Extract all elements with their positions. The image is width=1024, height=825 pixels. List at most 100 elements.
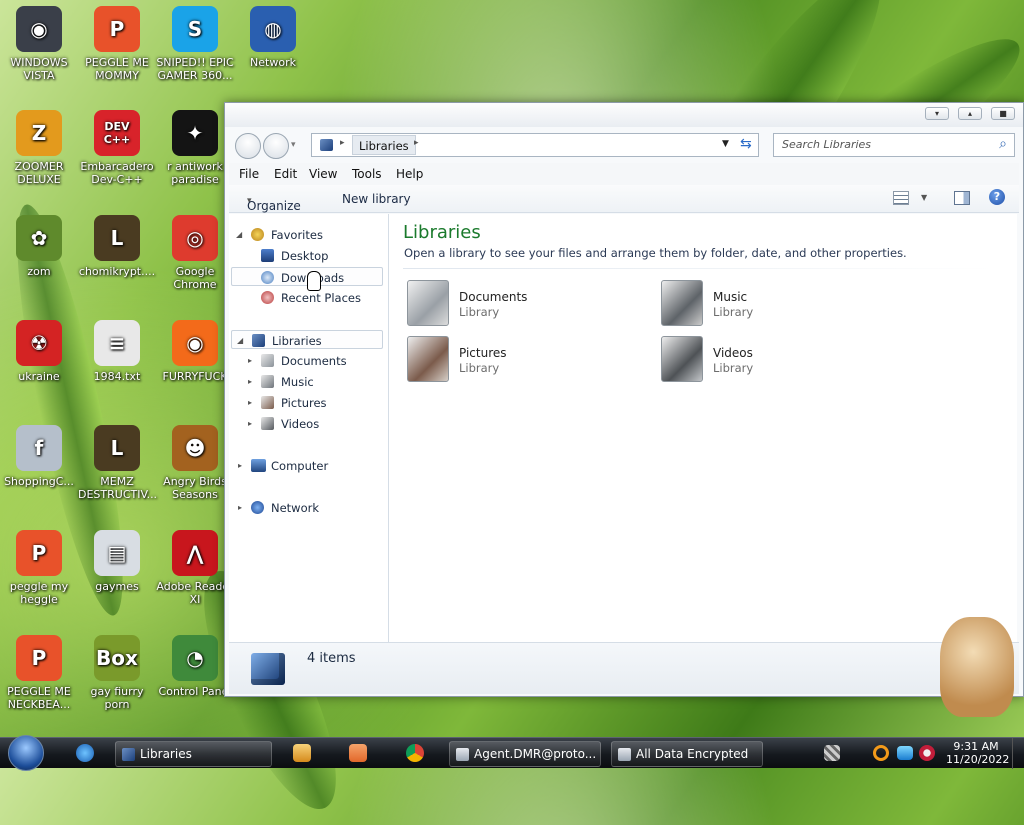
media-player-icon[interactable] — [293, 744, 311, 762]
nav-desktop[interactable]: Desktop — [229, 246, 385, 265]
library-documents[interactable]: Documents Library — [407, 280, 647, 330]
desktop-app-icon: Z — [16, 110, 62, 156]
close-button[interactable]: ■ — [991, 107, 1015, 120]
menu-help[interactable]: Help — [396, 167, 423, 181]
nav-network-label: Network — [271, 501, 320, 515]
search-icon[interactable]: ⌕ — [999, 136, 1007, 152]
start-button[interactable] — [8, 735, 44, 771]
desktop-icon-label: ZOOMER DELUXE — [14, 160, 64, 186]
content-pane[interactable]: Libraries Open a library to see your fil… — [389, 214, 1017, 642]
view-chevron-icon[interactable]: ▼ — [921, 193, 927, 202]
nav-computer[interactable]: ▸ Computer — [229, 456, 385, 475]
collapsed-arrow-icon[interactable]: ▸ — [238, 461, 242, 470]
desktop-icon-shoppingc[interactable]: f ShoppingC... — [0, 425, 78, 488]
desktop-icon-label: zom — [27, 265, 51, 278]
desktop-icon-zom[interactable]: ✿ zom — [0, 215, 78, 278]
library-pictures[interactable]: Pictures Library — [407, 336, 647, 386]
expanded-arrow-icon[interactable]: ◢ — [236, 230, 242, 239]
desktop-icon-1984-txt[interactable]: ≡ 1984.txt — [78, 320, 156, 383]
view-options-icon[interactable] — [893, 191, 909, 205]
desktop-icon-network[interactable]: ◍ Network — [234, 6, 312, 69]
desktop-icon-gay-fiurry-porn[interactable]: Box gay fiurry porn — [78, 635, 156, 711]
library-music[interactable]: Music Library — [661, 280, 901, 330]
details-pane: 4 items — [229, 642, 1019, 694]
clock[interactable]: 9:31 AM 11/20/2022 — [946, 740, 1009, 766]
explorer-window[interactable]: ▾ ▴ ■ ▾ ▸ Libraries ▸ ▼ ⇆ Search Librari… — [224, 102, 1024, 697]
desktop-icon-zoomer-deluxe[interactable]: Z ZOOMER DELUXE — [0, 110, 78, 186]
nav-libraries[interactable]: ◢ Libraries — [231, 330, 383, 349]
desktop-icon-windows-vista[interactable]: ◉ WINDOWS VISTA — [0, 6, 78, 82]
taskbar-button-agent[interactable]: Agent.DMR@proto... — [449, 741, 601, 767]
breadcrumb-libraries[interactable]: Libraries — [352, 135, 416, 155]
desktop-icon-embarcadero-dev-c[interactable]: DEV C++ Embarcadero Dev-C++ — [78, 110, 156, 186]
desktop-app-icon: ☻ — [172, 425, 218, 471]
chrome-icon[interactable] — [406, 744, 424, 762]
tray-volume-icon[interactable] — [919, 745, 935, 761]
desktop-icon-adobe-reader-xi[interactable]: ⋀ Adobe Reader XI — [156, 530, 234, 606]
desktop-icon-google-chrome[interactable]: ◎ Google Chrome — [156, 215, 234, 291]
nav-pictures[interactable]: ▸ Pictures — [229, 393, 385, 412]
taskbar: Libraries Agent.DMR@proto... All Data En… — [0, 735, 1024, 771]
videos-icon — [261, 417, 274, 430]
taskbar-button-libraries[interactable]: Libraries — [115, 741, 272, 767]
collapsed-arrow-icon[interactable]: ▸ — [248, 398, 252, 407]
show-desktop-button[interactable] — [1012, 738, 1024, 769]
desktop-icon-memz-destructiv[interactable]: L MEMZ DESTRUCTIV... — [78, 425, 157, 501]
desktop-icon-ukraine[interactable]: ☢ ukraine — [0, 320, 78, 383]
desktop-icon-furryfuck[interactable]: ◉ FURRYFUCK — [156, 320, 234, 383]
desktop-icon-peggle-my-heggle[interactable]: Ppeggle my heggle — [0, 530, 78, 606]
taskbar-button-encrypted[interactable]: All Data Encrypted — [611, 741, 763, 767]
nav-music[interactable]: ▸ Music — [229, 372, 385, 391]
desktop-app-icon: ≡ — [94, 320, 140, 366]
page-title: Libraries — [403, 222, 481, 243]
desktop-icon-peggle-me-mommy[interactable]: P PEGGLE ME MOMMY — [78, 6, 156, 82]
tray-network-icon[interactable] — [897, 746, 913, 760]
collapsed-arrow-icon[interactable]: ▸ — [248, 377, 252, 386]
nav-recent-places[interactable]: Recent Places — [229, 288, 385, 307]
address-bar[interactable]: ▸ Libraries ▸ ▼ ⇆ — [311, 133, 759, 157]
nav-favorites[interactable]: ◢ Favorites — [229, 225, 385, 244]
desktop-icon-control-panel[interactable]: ◔ Control Panel — [156, 635, 234, 698]
collapsed-arrow-icon[interactable]: ▸ — [248, 419, 252, 428]
maximize-button[interactable]: ▴ — [958, 107, 982, 120]
new-library-button[interactable]: New library — [342, 192, 411, 206]
desktop-icon-sniped-epic-gamer-360[interactable]: S SNIPED!! EPIC GAMER 360... — [156, 6, 234, 82]
nav-network[interactable]: ▸ Network — [229, 498, 385, 517]
breadcrumb-separator-icon[interactable]: ▸ — [414, 138, 419, 148]
help-icon[interactable]: ? — [989, 189, 1005, 205]
organize-button[interactable]: Organize ▾ — [247, 192, 301, 213]
search-input[interactable]: Search Libraries ⌕ — [773, 133, 1015, 157]
nav-videos[interactable]: ▸ Videos — [229, 414, 385, 433]
expanded-arrow-icon[interactable]: ◢ — [237, 336, 243, 345]
desktop-icon-label: WINDOWS VISTA — [10, 56, 68, 82]
desktop-icon-peggle-me-neckbea[interactable]: P PEGGLE ME NECKBEA... — [0, 635, 78, 711]
title-bar[interactable]: ▾ ▴ ■ — [225, 103, 1023, 127]
menu-tools[interactable]: Tools — [352, 167, 382, 181]
address-dropdown-icon[interactable]: ▼ — [722, 139, 729, 149]
collapsed-arrow-icon[interactable]: ▸ — [238, 503, 242, 512]
app-icon[interactable] — [349, 744, 367, 762]
internet-explorer-icon[interactable] — [76, 744, 94, 762]
desktop-icon-gaymes[interactable]: ▤ gaymes — [78, 530, 156, 593]
back-button[interactable] — [235, 133, 261, 159]
desktop-icon-label: Adobe Reader XI — [156, 580, 234, 606]
menu-view[interactable]: View — [309, 167, 337, 181]
library-videos[interactable]: Videos Library — [661, 336, 901, 386]
desktop-icon-r-antiwork-paradise[interactable]: ✦ r antiwork paradise — [156, 110, 234, 186]
desktop-icon-angry-birds-seasons[interactable]: ☻ Angry Birds Seasons — [156, 425, 234, 501]
desktop-icon-label: Control Panel — [158, 685, 232, 698]
menu-file[interactable]: File — [239, 167, 259, 181]
preview-pane-icon[interactable] — [954, 191, 970, 205]
pictures-library-icon — [407, 336, 449, 382]
forward-button[interactable] — [263, 133, 289, 159]
desktop-icon-chomikrypt[interactable]: Lchomikrypt.... — [78, 215, 156, 278]
nav-documents[interactable]: ▸ Documents — [229, 351, 385, 370]
tray-app-icon[interactable] — [824, 745, 840, 761]
library-name: Videos — [713, 346, 753, 360]
refresh-icon[interactable]: ⇆ — [740, 136, 752, 152]
tray-search-icon[interactable] — [873, 745, 889, 761]
collapsed-arrow-icon[interactable]: ▸ — [248, 356, 252, 365]
minimize-button[interactable]: ▾ — [925, 107, 949, 120]
menu-edit[interactable]: Edit — [274, 167, 297, 181]
recent-pages-chevron-icon[interactable]: ▾ — [291, 140, 296, 150]
